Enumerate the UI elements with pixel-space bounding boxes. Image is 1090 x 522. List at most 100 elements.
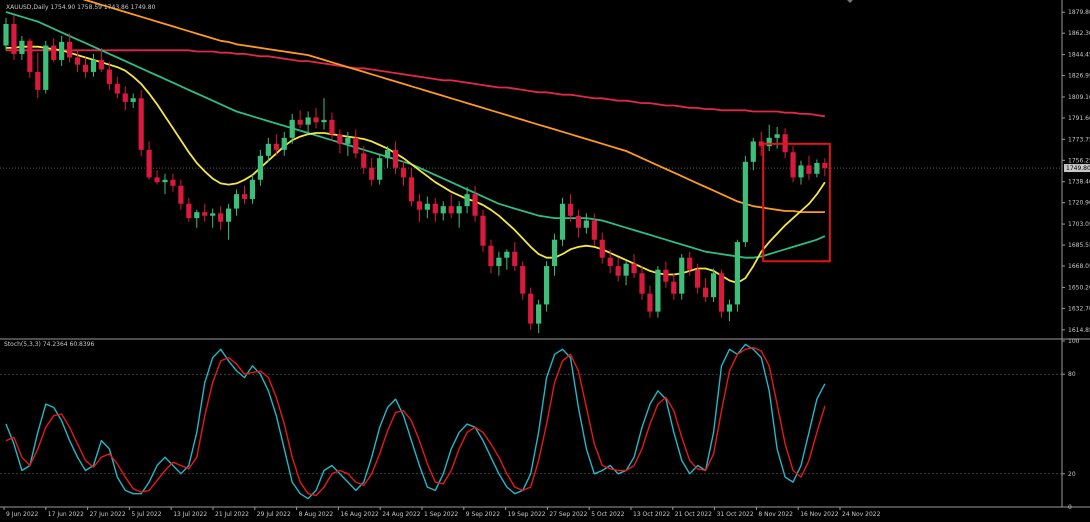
candle[interactable] <box>718 269 725 318</box>
time-tick-label: 8 Aug 2022 <box>299 511 334 518</box>
candle-body <box>130 98 136 102</box>
candle[interactable] <box>559 197 566 246</box>
candle-body <box>162 179 168 183</box>
candle-body <box>218 213 224 222</box>
candle-body <box>249 179 256 199</box>
time-tick-label: 5 Oct 2022 <box>591 511 624 518</box>
price-tick-label: 1632.70 <box>1068 305 1090 312</box>
candle-body <box>377 158 383 180</box>
stoch-tick-label: 80 <box>1068 371 1076 378</box>
candle-body <box>82 64 89 72</box>
candle-body <box>742 161 748 243</box>
candle-body <box>544 266 550 305</box>
candle-body <box>194 212 200 219</box>
candle[interactable] <box>138 89 144 156</box>
time-tick-label: 31 Oct 2022 <box>717 511 754 518</box>
price-tick-label: 1685.55 <box>1068 242 1090 249</box>
candle-body <box>583 220 589 228</box>
candle[interactable] <box>43 40 49 94</box>
stoch-tick-label: 100 <box>1068 338 1080 345</box>
candle-body <box>456 206 462 214</box>
candle-body <box>512 251 518 267</box>
time-tick-label: 27 Jun 2022 <box>90 511 126 518</box>
candle[interactable] <box>528 287 534 330</box>
time-tick-label: 19 Sep 2022 <box>508 511 546 518</box>
candle[interactable] <box>710 268 717 303</box>
candle-body <box>313 117 319 123</box>
candle-body <box>361 153 367 168</box>
candle-body <box>114 83 120 94</box>
candle-body <box>241 194 248 199</box>
time-tick-label: 13 Jul 2022 <box>173 511 207 518</box>
candle-body <box>647 293 653 312</box>
price-tick-label: 1844.45 <box>1068 52 1090 59</box>
candle-body <box>703 287 709 298</box>
candle-body <box>639 273 645 294</box>
candle-body <box>559 203 566 240</box>
candle[interactable] <box>544 261 550 312</box>
candle-body <box>74 57 81 65</box>
candle-body <box>408 177 415 202</box>
candle-body <box>774 134 780 138</box>
time-tick-label: 17 Jun 2022 <box>48 511 84 518</box>
price-tick-label: 1756.25 <box>1068 157 1090 164</box>
price-tick-label: 1826.95 <box>1068 73 1090 80</box>
candle-body <box>567 203 574 216</box>
candle-body <box>138 98 144 150</box>
candle-body <box>599 239 605 258</box>
price-tick-label: 1809.10 <box>1068 94 1090 101</box>
time-tick-label: 16 Nov 2022 <box>800 511 839 518</box>
stoch-header: Stoch(5,3,3) 74.2364 60.8396 <box>4 341 95 348</box>
candle-body <box>766 137 772 147</box>
candle-body <box>504 251 510 258</box>
candle-body <box>726 304 733 312</box>
time-tick-label: 21 Oct 2022 <box>675 511 712 518</box>
candle-body <box>226 208 232 222</box>
candle[interactable] <box>480 209 486 252</box>
price-tick-label: 1703.05 <box>1068 221 1090 228</box>
time-tick-label: 27 Sep 2022 <box>549 511 587 518</box>
candle-body <box>591 220 597 240</box>
candle-body <box>480 215 486 246</box>
candle-body <box>671 281 677 294</box>
candle[interactable] <box>679 254 685 300</box>
time-tick-label: 29 Jul 2022 <box>257 511 291 518</box>
candle-body <box>520 266 526 294</box>
candle-body <box>631 263 637 274</box>
candle-body <box>59 41 65 60</box>
candle-body <box>575 215 581 228</box>
candle-body <box>663 269 669 282</box>
candle-body <box>695 269 701 288</box>
candle[interactable] <box>655 266 661 318</box>
price-tick-label: 1738.40 <box>1068 179 1090 186</box>
candle-body <box>289 119 295 138</box>
candle-body <box>822 163 828 169</box>
price-tick-label: 1879.80 <box>1068 9 1090 16</box>
time-tick-label: 16 Aug 2022 <box>340 511 379 518</box>
candle-body <box>679 257 685 294</box>
candle-body <box>369 167 375 180</box>
candle-body <box>337 134 343 144</box>
candle-body <box>496 257 502 267</box>
candle-body <box>416 201 422 210</box>
candle[interactable] <box>742 155 748 247</box>
candle-body <box>106 69 112 84</box>
candle-body <box>329 119 335 135</box>
candle-body <box>392 149 399 168</box>
candle-body <box>385 149 391 159</box>
candle-body <box>687 257 693 270</box>
candle-body <box>448 206 454 214</box>
candle-body <box>607 257 613 267</box>
candle[interactable] <box>734 239 740 312</box>
candle-body <box>186 203 192 219</box>
stoch-tick-label: 20 <box>1068 471 1076 478</box>
chart-canvas[interactable]: 1879.80 1862.30 1844.45 1826.95 1809.10 1791.… <box>0 0 1090 518</box>
candle-body <box>528 293 534 324</box>
price-tick-label: 1720.90 <box>1068 200 1090 207</box>
candle-body <box>321 119 327 123</box>
candle-body <box>11 23 17 54</box>
candle-body <box>154 177 160 183</box>
time-tick-label: 21 Jul 2022 <box>215 511 249 518</box>
candle-body <box>432 203 438 214</box>
trading-chart[interactable]: 1879.80 1862.30 1844.45 1826.95 1809.10 1791.… <box>0 0 1090 518</box>
